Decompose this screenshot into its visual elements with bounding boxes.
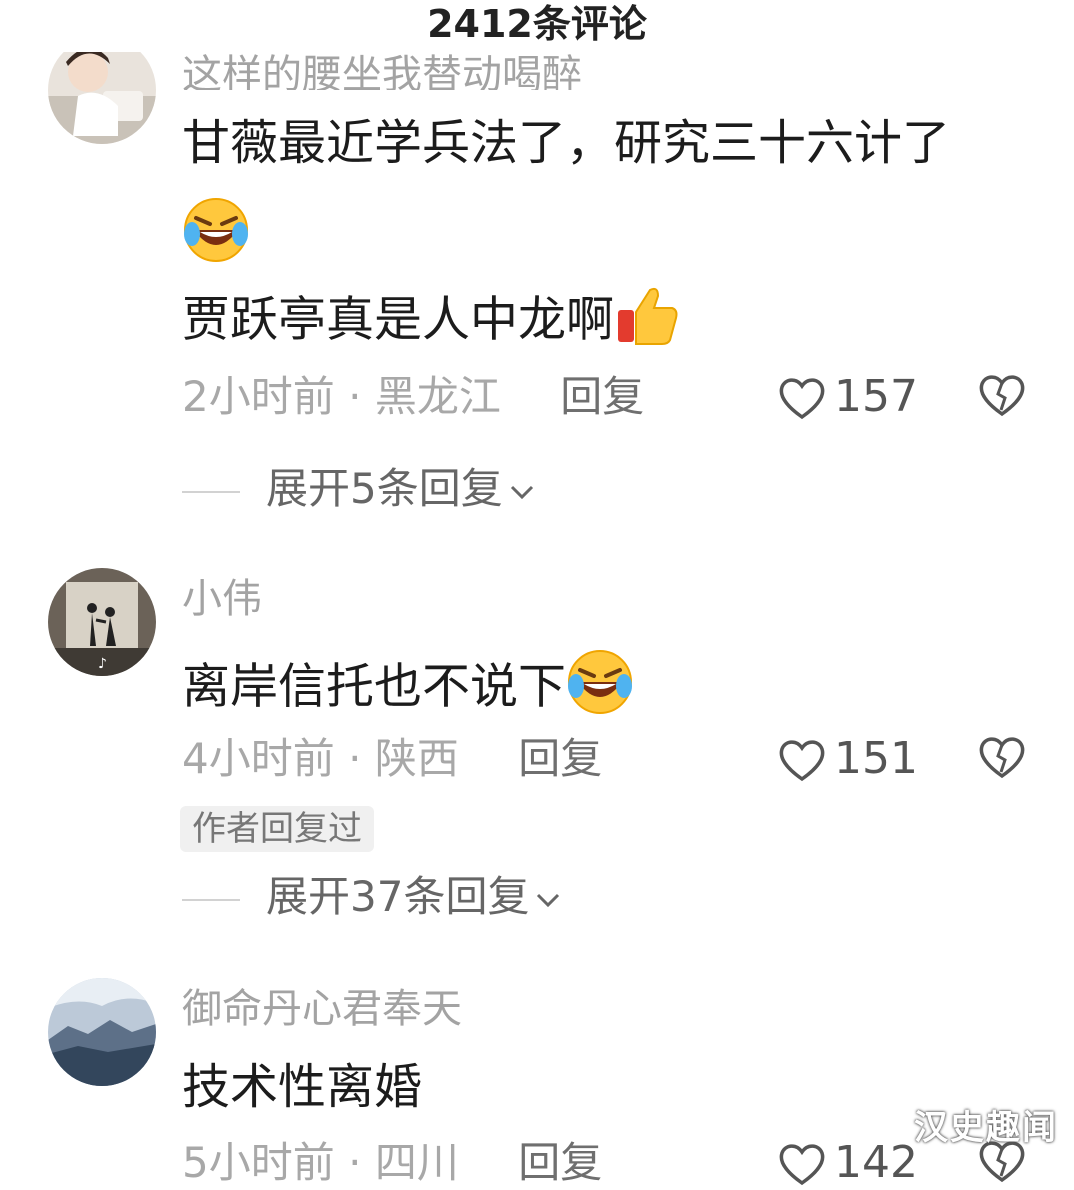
avatar[interactable]: ♪	[48, 568, 156, 676]
comment-time: 2小时前	[182, 372, 335, 421]
laughing-crying-emoji-icon	[182, 196, 250, 279]
expand-replies-button[interactable]: 展开5条回复	[182, 462, 535, 516]
comment-time: 5小时前	[182, 1138, 335, 1187]
laughing-crying-emoji-icon	[566, 648, 634, 731]
comment-meta: 5小时前 · 四川 回复	[182, 1136, 602, 1190]
chevron-down-icon	[537, 893, 560, 907]
heart-icon	[779, 1144, 825, 1186]
broken-heart-icon	[979, 375, 1025, 417]
username[interactable]: 小伟	[182, 574, 262, 624]
divider	[182, 490, 240, 493]
author-replied-badge: 作者回复过	[180, 806, 374, 852]
like-count: 151	[834, 733, 918, 784]
thumbs-up-emoji-icon	[614, 282, 680, 363]
like-count: 142	[834, 1137, 918, 1188]
comment-text-line: 甘薇最近学兵法了，研究三十六计了	[182, 115, 951, 171]
meta-separator: ·	[348, 372, 362, 421]
avatar[interactable]	[48, 978, 156, 1086]
expand-replies-button[interactable]: 展开37条回复	[182, 870, 561, 924]
meta-separator: ·	[348, 734, 362, 783]
reply-button[interactable]: 回复	[560, 372, 644, 421]
avatar[interactable]	[48, 36, 156, 144]
comment-location: 四川	[374, 1138, 459, 1187]
divider	[182, 898, 240, 901]
dislike-button[interactable]	[978, 736, 1026, 784]
comments-header: 2412条评论	[0, 0, 1074, 52]
heart-icon	[779, 378, 825, 420]
comment-meta: 2小时前 · 黑龙江 回复	[182, 370, 644, 424]
meta-separator: ·	[348, 1138, 362, 1187]
reply-button[interactable]: 回复	[518, 734, 602, 783]
expand-replies-label: 展开5条回复	[266, 464, 503, 513]
username[interactable]: 这样的腰坐我替动喝醉	[182, 50, 582, 90]
comment-text-line	[182, 196, 250, 279]
comment-text: 贾跃亭真是人中龙啊	[182, 291, 615, 348]
comment-text-line: 离岸信托也不说下	[182, 648, 634, 731]
username[interactable]: 御命丹心君奉天	[182, 984, 462, 1034]
reply-button[interactable]: 回复	[518, 1138, 602, 1187]
like-count: 157	[834, 371, 918, 422]
comment-meta: 4小时前 · 陕西 回复	[182, 732, 602, 786]
comment-time: 4小时前	[182, 734, 335, 783]
broken-heart-icon	[979, 737, 1025, 779]
comment-location: 陕西	[374, 734, 459, 783]
svg-text:♪: ♪	[98, 656, 107, 672]
comment-text: 离岸信托也不说下	[182, 658, 567, 715]
like-button[interactable]: 151	[778, 732, 918, 786]
comment-count-title: 2412条评论	[427, 2, 647, 46]
comment-location: 黑龙江	[374, 372, 501, 421]
heart-icon	[779, 740, 825, 782]
comment-text-line: 贾跃亭真是人中龙啊	[182, 282, 680, 363]
expand-replies-label: 展开37条回复	[266, 872, 530, 921]
like-button[interactable]: 157	[778, 370, 918, 424]
chevron-down-icon	[510, 485, 533, 499]
watermark: 汉史趣闻	[914, 1108, 1058, 1148]
like-button[interactable]: 142	[778, 1136, 918, 1190]
dislike-button[interactable]	[978, 374, 1026, 422]
comment-text-line: 技术性离婚	[182, 1059, 423, 1115]
